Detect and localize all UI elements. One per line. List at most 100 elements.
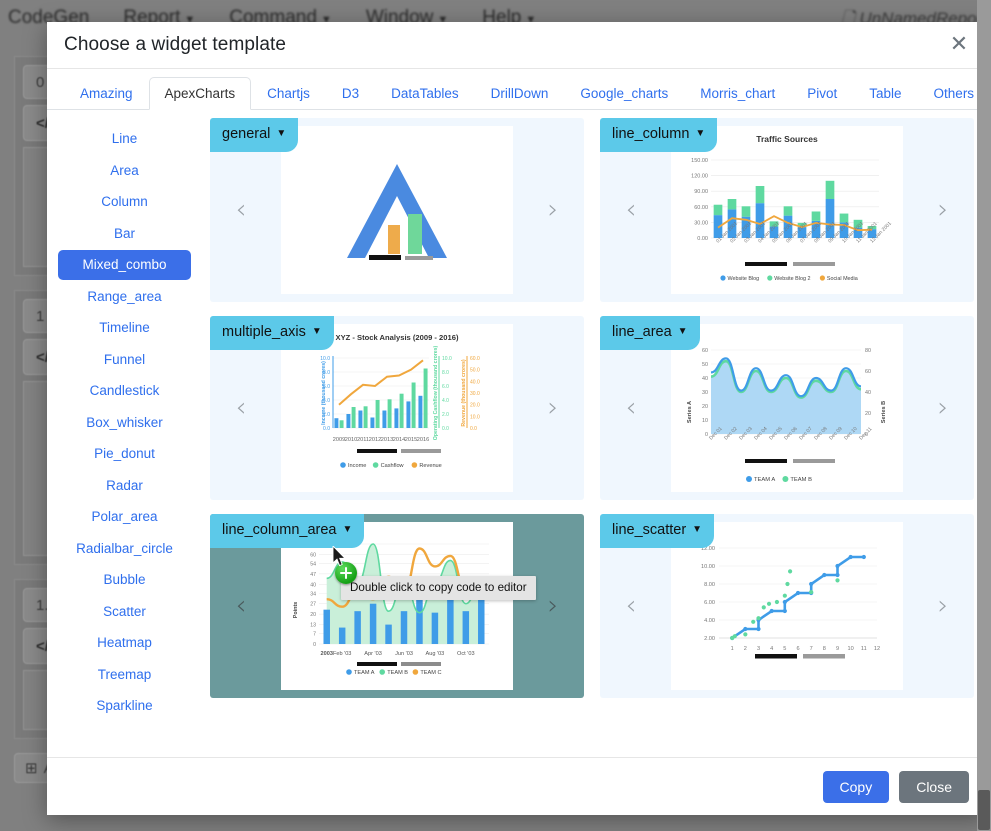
svg-text:20: 20 bbox=[865, 411, 871, 417]
template-card-multiple-axis[interactable]: multiple_axis ▼ ‹ › XYZ - Stock Analysis… bbox=[210, 316, 584, 500]
svg-text:4: 4 bbox=[770, 646, 773, 652]
card-badge-label: line_column bbox=[612, 126, 690, 142]
caret-down-icon: ▼ bbox=[677, 326, 688, 338]
template-card-line-scatter[interactable]: line_scatter ▼ ‹ › 2.00 4.00 6.00 8.00 10.00… bbox=[600, 514, 974, 698]
chevron-left-icon[interactable]: ‹ bbox=[228, 589, 254, 623]
tab-chartjs[interactable]: Chartjs bbox=[251, 77, 326, 111]
card-badge-line-column[interactable]: line_column ▼ bbox=[600, 118, 718, 152]
sidebar-item-pie-donut[interactable]: Pie_donut bbox=[58, 439, 191, 469]
sidebar-item-bubble[interactable]: Bubble bbox=[58, 565, 191, 595]
chevron-left-icon[interactable]: ‹ bbox=[228, 391, 254, 425]
tab-morris-chart[interactable]: Morris_chart bbox=[684, 77, 791, 111]
sidebar-item-candlestick[interactable]: Candlestick bbox=[58, 376, 191, 406]
svg-text:6.0: 6.0 bbox=[442, 384, 449, 390]
svg-text:10.00: 10.00 bbox=[701, 564, 715, 570]
chart-type-sidebar: Line Area Column Bar Mixed_combo Range_a… bbox=[47, 110, 202, 757]
svg-text:6.00: 6.00 bbox=[704, 600, 715, 606]
svg-text:2: 2 bbox=[744, 646, 747, 652]
template-card-line-column[interactable]: line_column ▼ ‹ › Traffic Sources 0.00 30… bbox=[600, 118, 974, 302]
chevron-left-icon[interactable]: ‹ bbox=[618, 391, 644, 425]
template-card-line-column-area[interactable]: line_column_area ▼ ‹ › 0 7 13 20 27 34 40 47 54 6… bbox=[210, 514, 584, 698]
svg-text:2009: 2009 bbox=[333, 437, 345, 443]
chevron-right-icon[interactable]: › bbox=[930, 391, 956, 425]
svg-text:Jun '03: Jun '03 bbox=[395, 651, 413, 657]
svg-text:30.0: 30.0 bbox=[470, 391, 480, 397]
card-badge-line-scatter[interactable]: line_scatter ▼ bbox=[600, 514, 715, 548]
chevron-right-icon[interactable]: › bbox=[540, 589, 566, 623]
tab-drilldown[interactable]: DrillDown bbox=[475, 77, 565, 111]
card-badge-label: line_area bbox=[612, 324, 672, 340]
card-badge-line-area[interactable]: line_area ▼ bbox=[600, 316, 700, 350]
svg-text:6: 6 bbox=[796, 646, 799, 652]
svg-text:0: 0 bbox=[313, 642, 316, 648]
svg-text:40.0: 40.0 bbox=[470, 379, 480, 385]
tab-apexcharts[interactable]: ApexCharts bbox=[148, 76, 252, 110]
template-card-general[interactable]: general ▼ ‹ › bbox=[210, 118, 584, 302]
svg-text:3: 3 bbox=[757, 646, 760, 652]
svg-text:Website Blog 2: Website Blog 2 bbox=[774, 276, 810, 282]
apexcharts-logo bbox=[347, 164, 447, 260]
svg-text:Aug '03: Aug '03 bbox=[426, 651, 445, 657]
card-badge-multiple-axis[interactable]: multiple_axis ▼ bbox=[210, 316, 334, 350]
svg-text:Website Blog: Website Blog bbox=[728, 276, 760, 282]
sidebar-item-box-whisker[interactable]: Box_whisker bbox=[58, 408, 191, 438]
svg-text:20: 20 bbox=[310, 612, 316, 618]
card-badge-general[interactable]: general ▼ bbox=[210, 118, 299, 152]
tab-d3[interactable]: D3 bbox=[326, 77, 375, 111]
copy-button[interactable]: Copy bbox=[822, 770, 890, 803]
svg-text:12: 12 bbox=[874, 646, 880, 652]
page-scrollbar-thumb[interactable] bbox=[978, 790, 990, 830]
sidebar-item-funnel[interactable]: Funnel bbox=[58, 345, 191, 375]
modal-header: Choose a widget template ✕ bbox=[47, 22, 987, 68]
card-badge-line-column-area[interactable]: line_column_area ▼ bbox=[210, 514, 365, 548]
tab-google-charts[interactable]: Google_charts bbox=[564, 77, 684, 111]
sidebar-item-mixed-combo[interactable]: Mixed_combo bbox=[58, 250, 191, 280]
caret-down-icon: ▼ bbox=[692, 524, 703, 536]
close-icon[interactable]: ✕ bbox=[945, 31, 973, 59]
svg-text:11: 11 bbox=[861, 646, 867, 652]
sidebar-item-radar[interactable]: Radar bbox=[58, 471, 191, 501]
svg-text:20: 20 bbox=[702, 404, 708, 410]
svg-text:40: 40 bbox=[310, 582, 316, 588]
sidebar-item-line[interactable]: Line bbox=[58, 124, 191, 154]
chevron-left-icon[interactable]: ‹ bbox=[618, 589, 644, 623]
template-cards-scroll[interactable]: general ▼ ‹ › line_column ▼ ‹ › Traffic … bbox=[202, 110, 987, 757]
template-card-line-area[interactable]: line_area ▼ ‹ › 0 10 20 30 40 50 60 0 20 40 60 80 bbox=[600, 316, 974, 500]
sidebar-item-timeline[interactable]: Timeline bbox=[58, 313, 191, 343]
sidebar-item-scatter[interactable]: Scatter bbox=[58, 597, 191, 627]
chevron-right-icon[interactable]: › bbox=[930, 589, 956, 623]
svg-text:13: 13 bbox=[310, 623, 316, 629]
tab-amazing[interactable]: Amazing bbox=[64, 77, 149, 111]
card-thumbnail-line-area: 0 10 20 30 40 50 60 0 20 40 60 80 Series A Series … bbox=[671, 324, 903, 492]
row-label: 0 bbox=[36, 73, 45, 91]
svg-text:TEAM A: TEAM A bbox=[354, 670, 375, 676]
svg-text:TEAM C: TEAM C bbox=[420, 670, 441, 676]
chevron-right-icon[interactable]: › bbox=[540, 193, 566, 227]
sidebar-item-polar-area[interactable]: Polar_area bbox=[58, 502, 191, 532]
caret-down-icon: ▼ bbox=[276, 128, 287, 140]
chevron-left-icon[interactable]: ‹ bbox=[228, 193, 254, 227]
svg-text:10.0: 10.0 bbox=[470, 414, 480, 420]
sidebar-item-area[interactable]: Area bbox=[58, 156, 191, 186]
tab-datatables[interactable]: DataTables bbox=[375, 77, 475, 111]
caret-down-icon: ▼ bbox=[695, 128, 706, 140]
svg-text:Points: Points bbox=[293, 602, 299, 618]
svg-text:Traffic Sources: Traffic Sources bbox=[756, 134, 818, 144]
tab-table[interactable]: Table bbox=[853, 77, 917, 111]
sidebar-item-treemap[interactable]: Treemap bbox=[58, 660, 191, 690]
page-scrollbar-track[interactable] bbox=[977, 0, 991, 831]
sidebar-item-sparkline[interactable]: Sparkline bbox=[58, 691, 191, 721]
sidebar-item-radialbar-circle[interactable]: Radialbar_circle bbox=[58, 534, 191, 564]
sidebar-item-bar[interactable]: Bar bbox=[58, 219, 191, 249]
chevron-right-icon[interactable]: › bbox=[930, 193, 956, 227]
template-tabs: Amazing ApexCharts Chartjs D3 DataTables… bbox=[47, 69, 987, 110]
sidebar-item-column[interactable]: Column bbox=[58, 187, 191, 217]
sidebar-item-heatmap[interactable]: Heatmap bbox=[58, 628, 191, 658]
svg-text:TEAM B: TEAM B bbox=[790, 477, 812, 483]
tab-pivot[interactable]: Pivot bbox=[791, 77, 853, 111]
sidebar-item-range-area[interactable]: Range_area bbox=[58, 282, 191, 312]
chevron-right-icon[interactable]: › bbox=[540, 391, 566, 425]
close-button[interactable]: Close bbox=[899, 770, 969, 803]
svg-text:Operating Cashflow (thousand c: Operating Cashflow (thousand crores) bbox=[433, 345, 439, 440]
chevron-left-icon[interactable]: ‹ bbox=[618, 193, 644, 227]
